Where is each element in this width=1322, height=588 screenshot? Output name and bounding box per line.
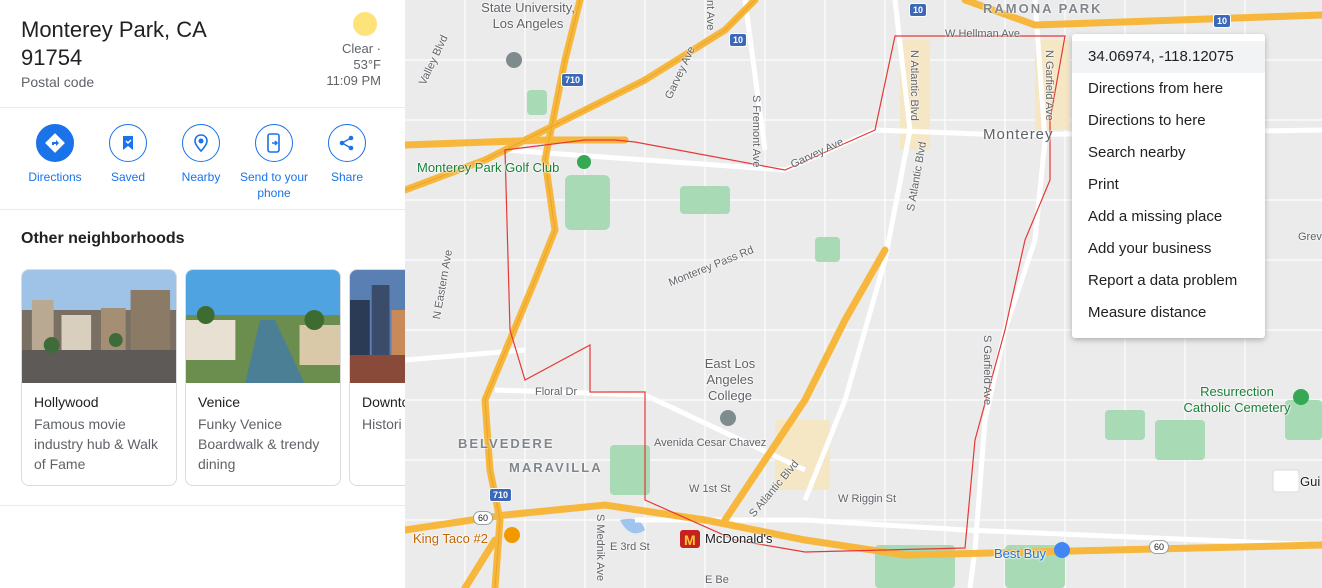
mcdonalds-label[interactable]: McDonald's [705,531,773,546]
ramona-park-label: RAMONA PARK [983,1,1103,16]
king-taco-label[interactable]: King Taco #2 [413,531,488,546]
interstate-10-shield: 10 [1213,14,1232,28]
card-description: Histori cool ea [362,416,405,432]
card-title: Venice [198,394,241,410]
interstate-10-shield: 10 [729,33,748,47]
map-context-menu: 34.06974, -118.12075 Directions from her… [1072,34,1265,338]
card-description: Funky Venice Boardwalk & trendy dining [198,416,320,472]
interstate-10-shield: 10 [909,3,928,17]
send-to-phone-icon [255,124,293,162]
menu-item-print[interactable]: Print [1072,169,1265,201]
best-buy-label[interactable]: Best Buy [994,546,1046,561]
weather-widget: Clear · 53°F 11:09 PM [281,12,381,89]
restaurant-pin-icon [504,527,520,543]
other-neighborhoods-section: Other neighborhoods Hollywood Famous mov… [0,210,405,506]
university-pin-icon [506,52,522,68]
place-subtitle: Postal code [21,74,95,90]
street-label: N Garfield Ave [1043,50,1055,121]
venice-photo [186,270,340,383]
menu-item-search-nearby[interactable]: Search nearby [1072,137,1265,169]
street-label: N Atlantic Blvd [908,50,920,121]
shopping-pin-icon [1054,542,1070,558]
street-label: Avenida Cesar Chavez [654,437,767,449]
place-title: Monterey Park, CA 91754 [21,17,206,70]
golf-club-label[interactable]: Monterey Park Golf Club [417,160,559,175]
route-60-shield: 60 [473,511,494,525]
sun-icon [353,12,377,36]
street-label: Floral Dr [535,386,578,398]
svg-text:M: M [684,532,696,548]
street-label: W Riggin St [838,493,897,505]
card-description: Famous movie industry hub & Walk of Fame [34,416,158,472]
elac-label[interactable]: East Los Angeles College [695,356,765,404]
weather-temperature: 53°F [353,57,381,72]
store-label[interactable]: Gui [1300,474,1320,489]
directions-label: Directions [28,170,82,184]
street-label: W Hellman Ave [945,28,1020,40]
share-label: Share [330,170,364,184]
street-label: S Garfield Ave [981,335,993,406]
menu-item-add-your-business[interactable]: Add your business [1072,233,1265,265]
weather-time: 11:09 PM [326,73,381,88]
neighborhoods-heading: Other neighborhoods [21,230,185,247]
menu-item-directions-from-here[interactable]: Directions from here [1072,73,1265,105]
card-title: Downto [362,394,405,410]
street-label: S Fremont Ave [750,95,762,168]
resurrection-label[interactable]: Resurrection Catholic Cemetery [1177,384,1297,416]
belvedere-label: BELVEDERE [458,436,555,451]
side-panel: Monterey Park, CA 91754 Postal code Clea… [0,0,405,588]
interstate-710-shield: 710 [489,488,513,502]
share-icon [328,124,366,162]
route-60-shield: 60 [1149,540,1170,554]
saved-button[interactable]: Saved [88,124,168,185]
saved-label: Saved [110,170,146,184]
neighborhood-card-downtown[interactable]: Downto Histori cool ea [349,269,405,486]
street-label: Grev [1298,231,1322,243]
weather-condition: Clear · [341,41,381,56]
monterey-label: Monterey [983,126,1054,143]
nearby-icon [182,124,220,162]
send-to-phone-label: Send to your phone [239,170,309,200]
street-label: E 3rd St [610,541,650,553]
menu-item-coordinates[interactable]: 34.06974, -118.12075 [1072,41,1265,73]
street-label: nt Ave [704,0,716,31]
maravilla-label: MARAVILLA [509,460,603,475]
college-pin-icon [720,410,736,426]
bookmark-icon [109,124,147,162]
share-button[interactable]: Share [307,124,387,185]
street-label: E Be [705,574,729,586]
menu-item-measure-distance[interactable]: Measure distance [1072,297,1265,329]
menu-item-add-missing-place[interactable]: Add a missing place [1072,201,1265,233]
send-to-phone-button[interactable]: Send to your phone [234,124,314,201]
state-university-label: State University, Los Angeles [481,0,575,31]
nearby-button[interactable]: Nearby [161,124,241,185]
hollywood-photo [22,270,176,383]
neighborhood-card-hollywood[interactable]: Hollywood Famous movie industry hub & Wa… [21,269,177,486]
downtown-photo [350,270,405,383]
menu-item-report-data-problem[interactable]: Report a data problem [1072,265,1265,297]
street-label: W 1st St [689,483,731,495]
directions-button[interactable]: Directions [15,124,95,185]
store-logo-icon [1272,469,1300,493]
directions-icon [36,124,74,162]
action-bar: Directions Saved Nearby Send to your pho… [0,108,405,210]
golf-pin-icon [577,155,591,169]
nearby-label: Nearby [181,170,221,184]
menu-item-directions-to-here[interactable]: Directions to here [1072,105,1265,137]
neighborhood-card-venice[interactable]: Venice Funky Venice Boardwalk & trendy d… [185,269,341,486]
card-title: Hollywood [34,394,99,410]
street-label: S Mednik Ave [594,514,606,582]
place-header: Monterey Park, CA 91754 Postal code Clea… [0,0,405,108]
interstate-710-shield: 710 [561,73,585,87]
